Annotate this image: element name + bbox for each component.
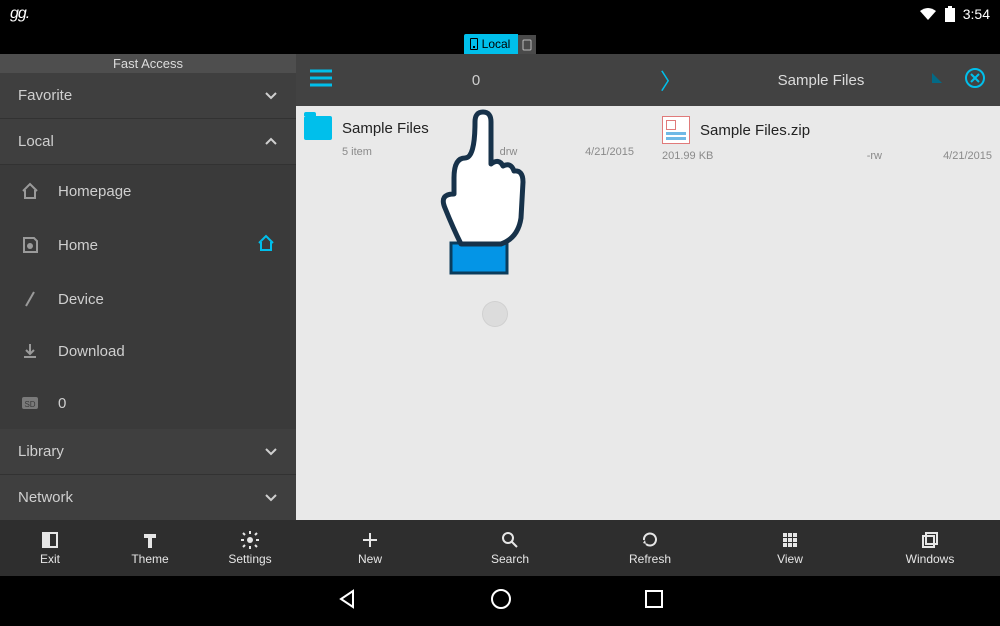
nav-label: Homepage: [58, 183, 131, 200]
back-button[interactable]: [335, 587, 359, 616]
action-label: Search: [491, 552, 529, 566]
nav-label: Device: [58, 291, 104, 308]
dropdown-arrow-icon[interactable]: [930, 71, 944, 90]
content-toolbar: 0 〉 Sample Files: [296, 54, 1000, 106]
window-tab-strip: Local: [0, 28, 1000, 54]
download-icon: [20, 341, 40, 361]
add-tab-button[interactable]: [518, 35, 536, 54]
nav-label: 0: [58, 395, 66, 412]
file-name: Sample Files.zip: [700, 122, 810, 139]
sidebar-section-local[interactable]: Local: [0, 119, 296, 165]
nav-label: Home: [58, 237, 98, 254]
clock-text: 3:54: [963, 6, 990, 22]
sd-icon: [20, 235, 40, 255]
battery-icon: [945, 6, 955, 22]
section-label: Favorite: [18, 87, 72, 104]
action-label: Theme: [131, 552, 168, 566]
windows-button[interactable]: Windows: [860, 520, 1000, 576]
file-date: 4/21/2015: [922, 150, 992, 162]
sidebar-item-device[interactable]: Device: [0, 273, 296, 325]
action-label: Windows: [906, 552, 955, 566]
file-info: 201.99 KB: [662, 150, 742, 162]
section-label: Local: [18, 133, 54, 150]
tab-local[interactable]: Local: [464, 34, 519, 54]
nav-label: Download: [58, 343, 125, 360]
content-pane: 0 〉 Sample Files Sample Files 5 item: [296, 54, 1000, 520]
touch-ripple: [482, 301, 508, 327]
close-icon[interactable]: [964, 67, 986, 94]
android-status-bar: gg. 3:54: [0, 0, 1000, 28]
chevron-up-icon: [264, 135, 278, 149]
action-label: Refresh: [629, 552, 671, 566]
chevron-down-icon: [264, 89, 278, 103]
phone-icon: [470, 38, 478, 50]
action-label: New: [358, 552, 382, 566]
bottom-action-bar: Exit Theme Settings New Search Refresh: [0, 520, 1000, 576]
chevron-down-icon: [264, 445, 278, 459]
settings-button[interactable]: Settings: [200, 520, 300, 576]
exit-button[interactable]: Exit: [0, 520, 100, 576]
sidebar-item-sd-zero[interactable]: SD 0: [0, 377, 296, 429]
slash-icon: [20, 289, 40, 309]
android-nav-bar: [0, 576, 1000, 626]
file-perm: -rw: [742, 150, 922, 162]
tutorial-hand-overlay: [421, 108, 531, 283]
main-area: Fast Access Favorite Local Homepage Home: [0, 54, 1000, 520]
refresh-button[interactable]: Refresh: [580, 520, 720, 576]
sidebar-title: Fast Access: [0, 54, 296, 73]
theme-button[interactable]: Theme: [100, 520, 200, 576]
sidebar-item-home[interactable]: Home: [0, 217, 296, 273]
sd-badge-icon: SD: [20, 393, 40, 413]
brand-mark: gg.: [10, 5, 29, 23]
action-label: Settings: [228, 552, 271, 566]
breadcrumb-root[interactable]: 0: [346, 72, 606, 89]
breadcrumb-current[interactable]: Sample Files: [726, 72, 916, 89]
sidebar: Fast Access Favorite Local Homepage Home: [0, 54, 296, 520]
search-button[interactable]: Search: [440, 520, 580, 576]
action-label: Exit: [40, 552, 60, 566]
action-label: View: [777, 552, 803, 566]
view-button[interactable]: View: [720, 520, 860, 576]
new-button[interactable]: New: [300, 520, 440, 576]
sidebar-item-homepage[interactable]: Homepage: [0, 165, 296, 217]
recent-apps-button[interactable]: [643, 588, 665, 615]
breadcrumb-separator-icon: 〉: [660, 64, 682, 96]
section-label: Network: [18, 489, 73, 506]
file-listing: Sample Files 5 item drw 4/21/2015 Sample…: [296, 106, 1000, 520]
archive-icon: [662, 116, 690, 144]
file-item-zip[interactable]: Sample Files.zip 201.99 KB -rw 4/21/2015: [662, 116, 992, 162]
svg-text:SD: SD: [24, 400, 35, 409]
sidebar-section-library[interactable]: Library: [0, 429, 296, 475]
sidebar-item-download[interactable]: Download: [0, 325, 296, 377]
hamburger-icon[interactable]: [310, 69, 332, 92]
home-active-icon: [256, 233, 276, 257]
sidebar-section-network[interactable]: Network: [0, 475, 296, 520]
house-icon: [20, 181, 40, 201]
wifi-icon: [919, 7, 937, 21]
file-name: Sample Files: [342, 120, 429, 137]
tab-label: Local: [482, 37, 511, 51]
chevron-down-icon: [264, 491, 278, 505]
section-label: Library: [18, 443, 64, 460]
file-date: 4/21/2015: [564, 146, 634, 158]
folder-icon: [304, 116, 332, 140]
home-button[interactable]: [489, 587, 513, 616]
sidebar-section-favorite[interactable]: Favorite: [0, 73, 296, 119]
